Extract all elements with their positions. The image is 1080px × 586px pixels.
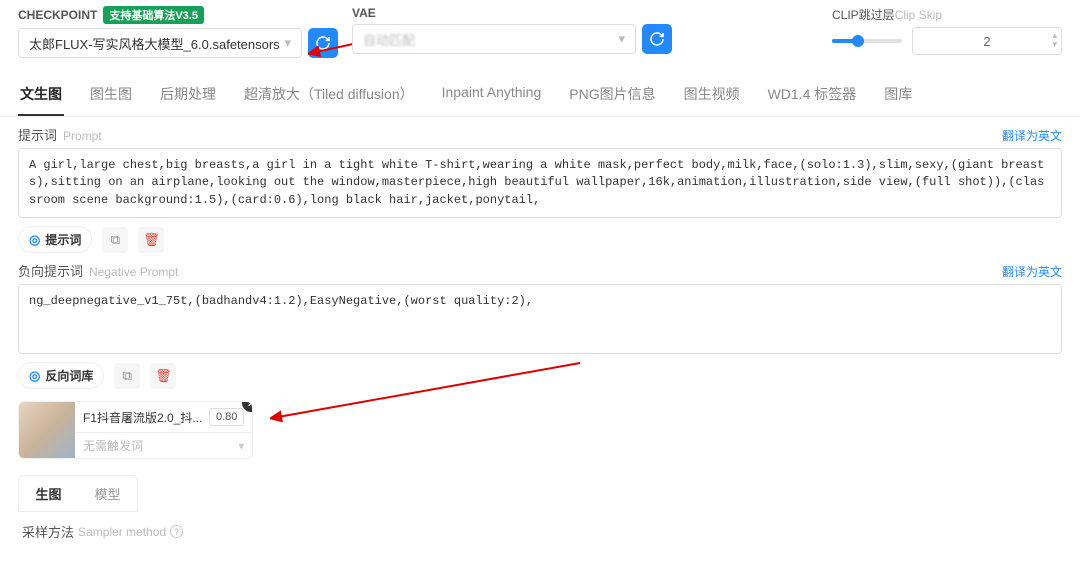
checkpoint-refresh-button[interactable]: [308, 28, 338, 58]
neg-token-button[interactable]: ◎ 反向词库: [18, 362, 104, 389]
clip-skip-input[interactable]: 2 ▴ ▾: [912, 27, 1062, 55]
info-icon[interactable]: ?: [170, 525, 183, 538]
tab-generate[interactable]: 生图: [19, 476, 78, 511]
chevron-down-icon: ▾: [284, 35, 291, 51]
copy-icon: ⧉: [123, 368, 132, 384]
neg-copy-button[interactable]: ⧉: [114, 363, 140, 389]
neg-prompt-translate-link[interactable]: 翻译为英文: [1002, 263, 1062, 280]
vae-select[interactable]: 自动匹配 ▾: [352, 24, 636, 54]
trash-icon: 🗑: [155, 368, 172, 384]
sampler-label-zh: 采样方法: [22, 522, 74, 541]
prompt-translate-link[interactable]: 翻译为英文: [1002, 127, 1062, 144]
checkpoint-label: CHECKPOINT: [18, 8, 97, 22]
neg-clear-button[interactable]: 🗑: [150, 363, 176, 389]
tab-tiled-diffusion[interactable]: 超清放大（Tiled diffusion）: [242, 74, 416, 116]
lora-name: F1抖音屠流版2.0_抖...: [83, 409, 203, 426]
lora-trigger-placeholder: 无需触发词: [83, 437, 143, 454]
clip-skip-value: 2: [983, 34, 990, 49]
generate-tabs: 生图 模型: [18, 475, 138, 512]
neg-prompt-label-zh: 负向提示词: [18, 261, 83, 280]
prompt-token-label: 提示词: [45, 231, 81, 248]
tab-img2video[interactable]: 图生视频: [682, 74, 742, 116]
tab-gallery[interactable]: 图库: [882, 74, 914, 116]
vae-placeholder: 自动匹配: [363, 30, 618, 49]
vae-label: VAE: [352, 6, 376, 20]
lora-trigger-select[interactable]: 无需触发词 ▾: [75, 433, 252, 458]
target-icon: ◎: [29, 232, 40, 248]
chevron-down-icon: ▾: [618, 31, 625, 47]
tab-postprocess[interactable]: 后期处理: [158, 74, 218, 116]
stepper-up-icon[interactable]: ▴: [1052, 32, 1057, 39]
clip-skip-label-zh: CLIP跳过层: [832, 8, 895, 22]
prompt-copy-button[interactable]: ⧉: [102, 227, 128, 253]
neg-token-label: 反向词库: [45, 367, 93, 384]
tab-png-info[interactable]: PNG图片信息: [567, 74, 657, 116]
lora-thumbnail[interactable]: [19, 402, 75, 458]
prompt-clear-button[interactable]: 🗑: [138, 227, 164, 253]
tab-model[interactable]: 模型: [78, 476, 137, 511]
checkpoint-select[interactable]: 太郎FLUX-写实风格大模型_6.0.safetensors ▾: [18, 28, 302, 58]
prompt-label-en: Prompt: [63, 129, 102, 143]
lora-card: F1抖音屠流版2.0_抖... 0.80 无需触发词 ▾ ✕: [18, 401, 253, 459]
neg-prompt-label-en: Negative Prompt: [89, 265, 178, 279]
clip-skip-slider[interactable]: [832, 39, 902, 43]
prompt-token-button[interactable]: ◎ 提示词: [18, 226, 92, 253]
stepper-down-icon[interactable]: ▾: [1052, 41, 1057, 48]
sampler-label-en: Sampler method: [78, 525, 166, 539]
refresh-icon: [649, 31, 665, 47]
trash-icon: 🗑: [143, 232, 160, 248]
main-tabs: 文生图 图生图 后期处理 超清放大（Tiled diffusion） Inpai…: [0, 74, 1080, 117]
clip-skip-label-en: Clip Skip: [895, 8, 942, 22]
tab-wd14-tagger[interactable]: WD1.4 标签器: [766, 74, 859, 116]
target-icon: ◎: [29, 368, 40, 384]
tab-txt2img[interactable]: 文生图: [18, 74, 64, 116]
tab-inpaint-anything[interactable]: Inpaint Anything: [440, 74, 544, 116]
vae-refresh-button[interactable]: [642, 24, 672, 54]
checkpoint-badge: 支持基础算法V3.5: [103, 6, 204, 24]
tab-img2img[interactable]: 图生图: [88, 74, 134, 116]
prompt-label-zh: 提示词: [18, 125, 57, 144]
neg-prompt-textarea[interactable]: ng_deepnegative_v1_75t,(badhandv4:1.2),E…: [18, 284, 1062, 354]
checkpoint-value: 太郎FLUX-写实风格大模型_6.0.safetensors: [29, 34, 284, 53]
close-icon: ✕: [247, 401, 254, 410]
chevron-down-icon: ▾: [238, 439, 244, 453]
prompt-textarea[interactable]: A girl,large chest,big breasts,a girl in…: [18, 148, 1062, 218]
copy-icon: ⧉: [111, 232, 120, 248]
refresh-icon: [315, 35, 331, 51]
lora-weight-input[interactable]: 0.80: [209, 408, 244, 426]
